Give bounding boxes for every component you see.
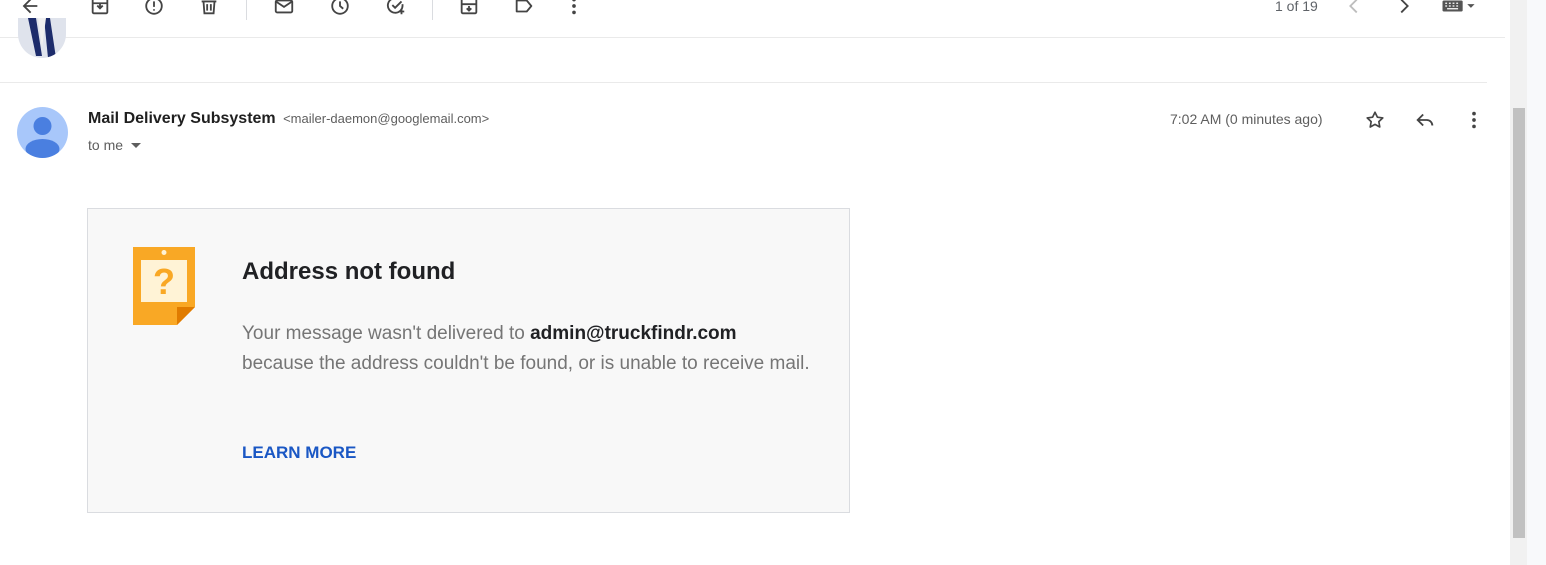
bounce-message-suffix: because the address couldn't be found, o… bbox=[242, 353, 810, 374]
keyboard-icon[interactable] bbox=[1436, 0, 1482, 22]
question-glyph: ? bbox=[153, 261, 175, 302]
message-toolbar: 1 of 19 bbox=[0, 0, 1505, 38]
more-vert-icon[interactable] bbox=[558, 0, 590, 22]
pager-count: 1 of 19 bbox=[1275, 0, 1318, 14]
toolbar-separator bbox=[432, 0, 433, 20]
recipient-details-toggle[interactable]: to me bbox=[88, 137, 142, 153]
thread-divider bbox=[0, 82, 1487, 83]
scrollbar-thumb[interactable] bbox=[1513, 108, 1525, 538]
chevron-left-icon[interactable] bbox=[1338, 0, 1370, 22]
caret-down-icon bbox=[131, 142, 142, 148]
learn-more-link[interactable]: LEARN MORE bbox=[242, 443, 356, 463]
bounce-title: Address not found bbox=[242, 258, 456, 285]
star-icon[interactable] bbox=[1360, 105, 1390, 135]
label-icon[interactable] bbox=[508, 0, 540, 22]
bounce-message: Your message wasn't delivered to admin@t… bbox=[242, 319, 812, 379]
sender-avatar[interactable] bbox=[17, 107, 68, 158]
mark-unread-icon[interactable] bbox=[268, 0, 300, 22]
message-more-icon[interactable] bbox=[1459, 105, 1489, 135]
side-panel-gutter bbox=[1527, 0, 1546, 565]
reply-icon[interactable] bbox=[1410, 105, 1440, 135]
move-to-icon[interactable] bbox=[453, 0, 485, 22]
question-note-icon: ? bbox=[133, 247, 195, 325]
message-timestamp: 7:02 AM (0 minutes ago) bbox=[1170, 111, 1323, 127]
delete-icon[interactable] bbox=[193, 0, 225, 22]
chevron-right-icon[interactable] bbox=[1388, 0, 1420, 22]
sender-email: <mailer-daemon@googlemail.com> bbox=[283, 111, 490, 126]
sender-name: Mail Delivery Subsystem <mailer-daemon@g… bbox=[88, 110, 489, 128]
bounce-notice-card: ? Address not found Your message wasn't … bbox=[87, 208, 850, 513]
archive-icon[interactable] bbox=[84, 0, 116, 22]
snooze-icon[interactable] bbox=[324, 0, 356, 22]
sender-display-name: Mail Delivery Subsystem bbox=[88, 110, 276, 127]
bounce-message-prefix: Your message wasn't delivered to bbox=[242, 323, 531, 344]
undelivered-address: admin@truckfindr.com bbox=[530, 323, 737, 344]
recipient-label: to me bbox=[88, 137, 124, 153]
toolbar-separator bbox=[246, 0, 247, 20]
previous-sender-avatar bbox=[18, 18, 66, 58]
add-to-tasks-icon[interactable] bbox=[380, 0, 412, 22]
report-spam-icon[interactable] bbox=[138, 0, 170, 22]
